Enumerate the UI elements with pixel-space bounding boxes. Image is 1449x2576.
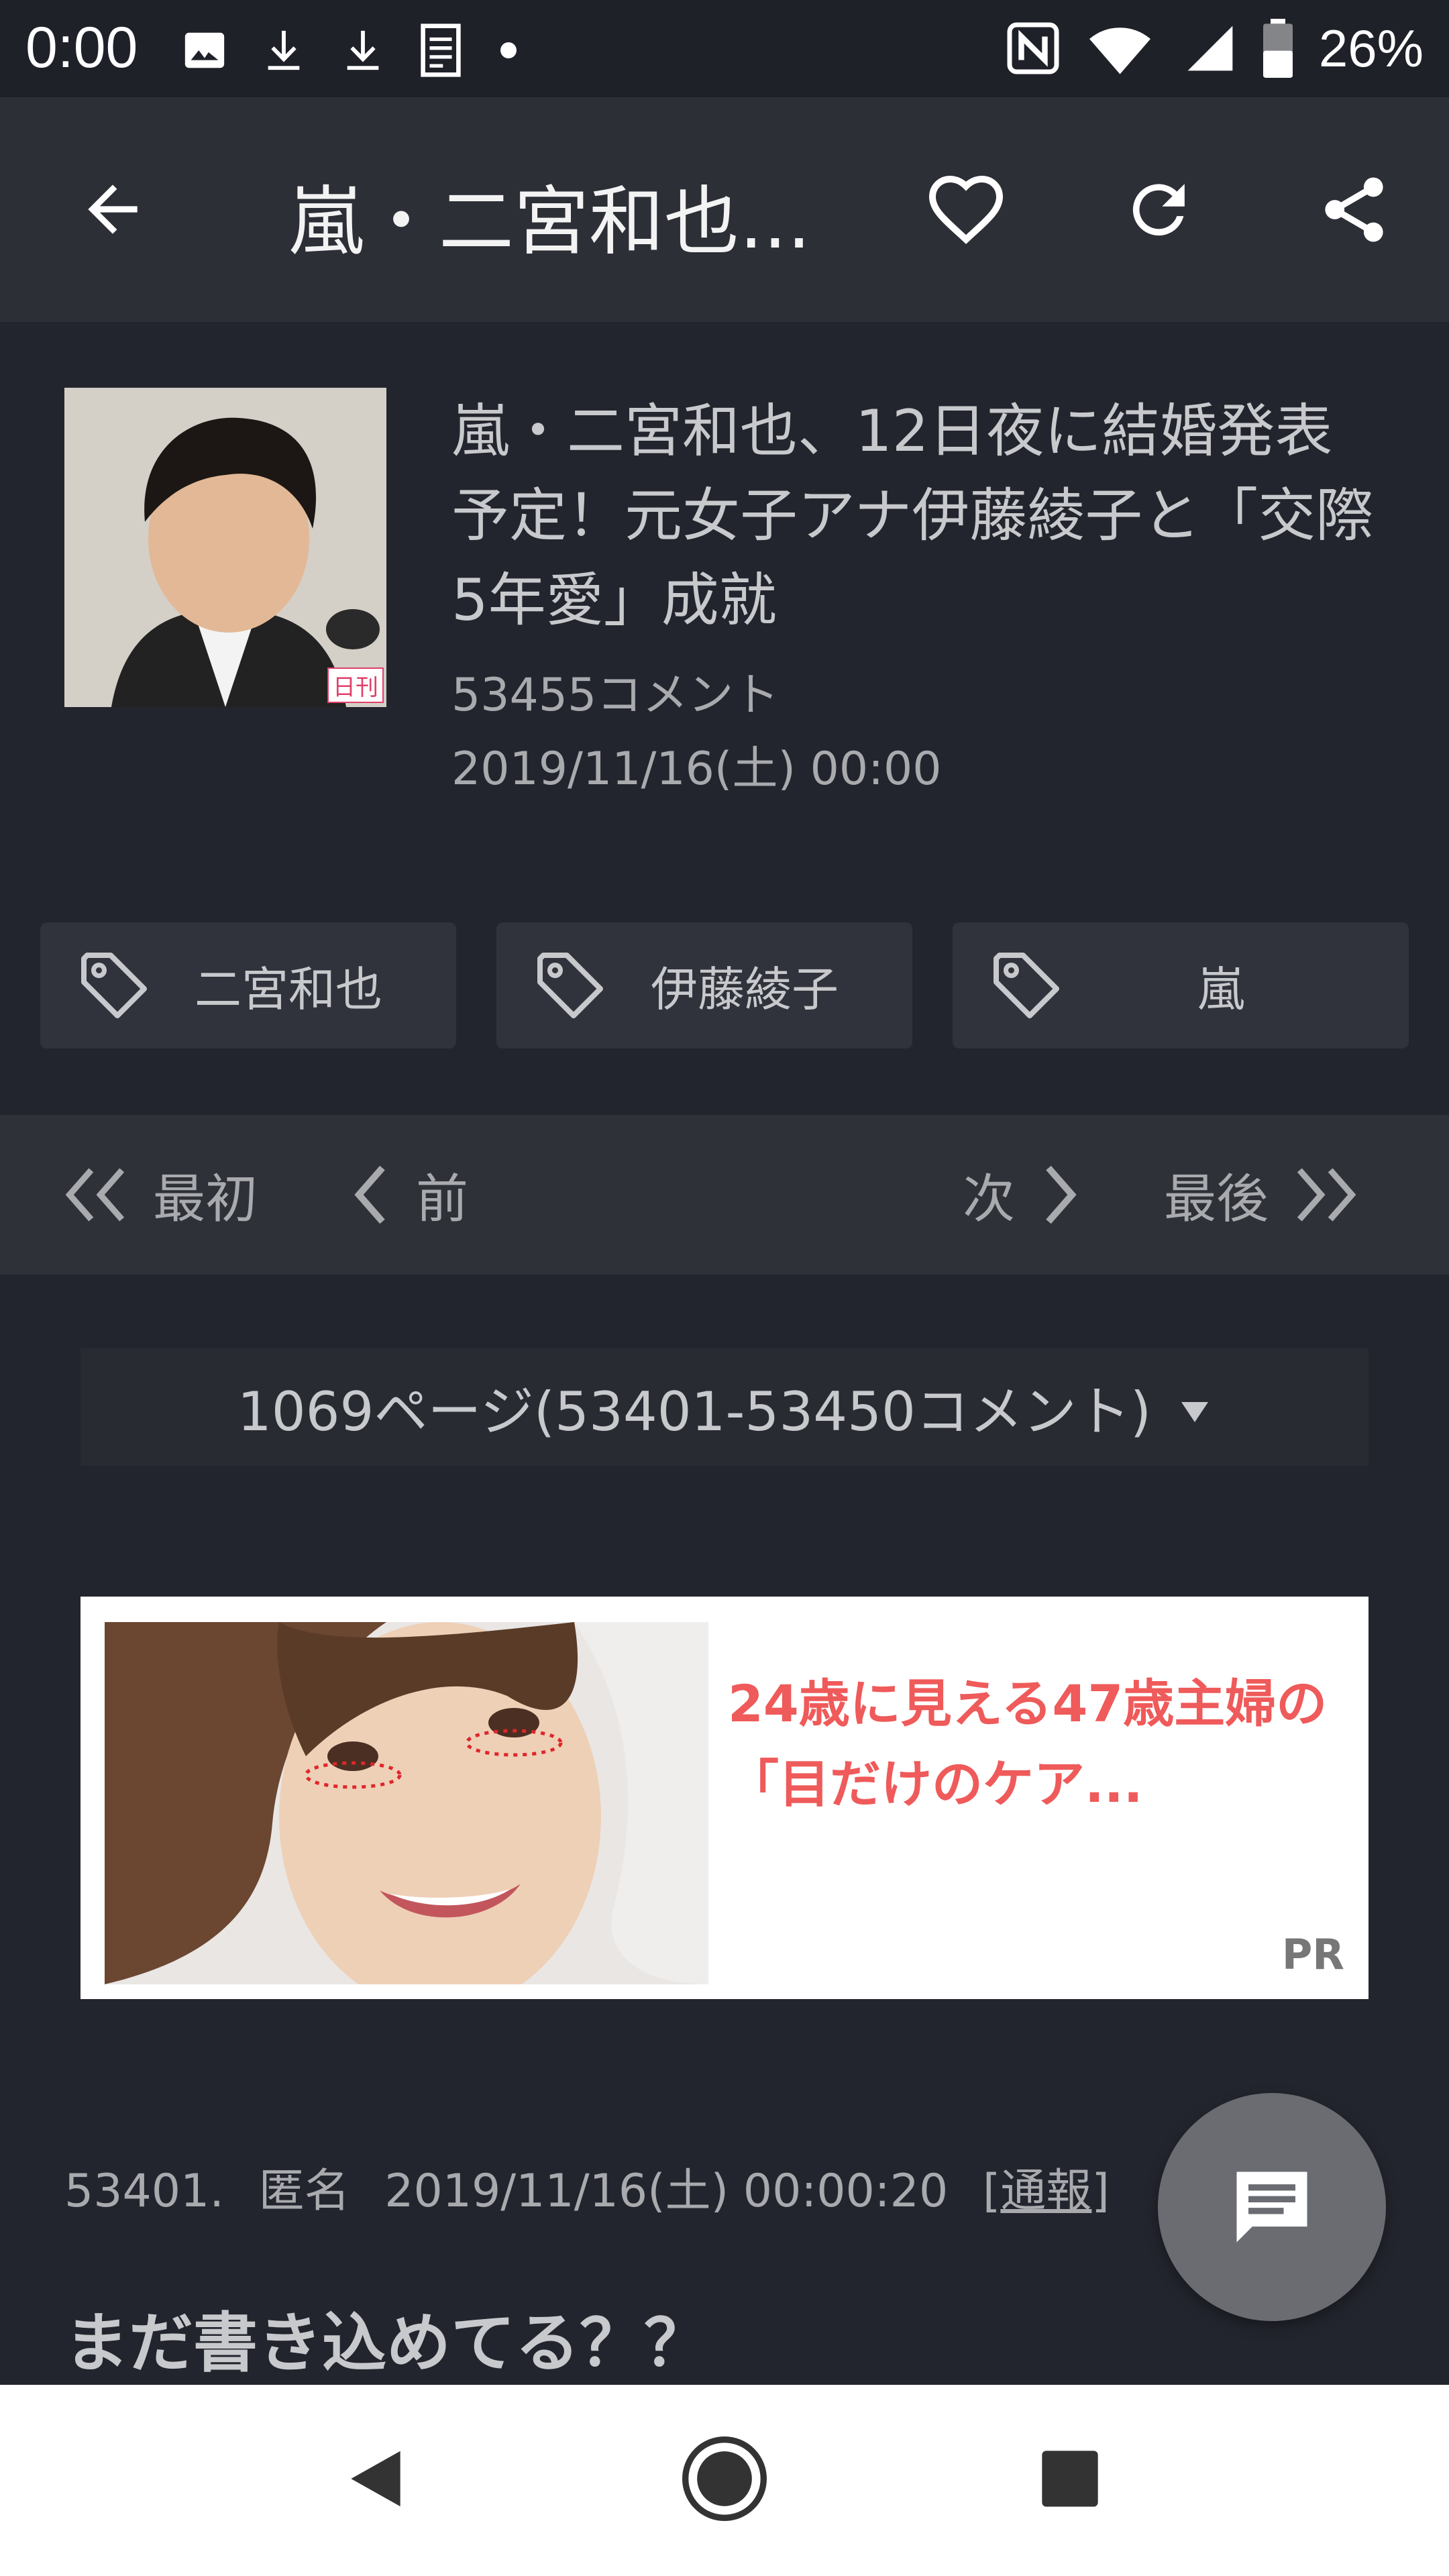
- share-button[interactable]: [1293, 149, 1414, 270]
- tag-chip[interactable]: 嵐: [953, 922, 1409, 1049]
- next-page-label: 次: [963, 1169, 1016, 1230]
- status-notification-icons: [181, 20, 522, 80]
- download-icon: [347, 30, 379, 70]
- refresh-icon: [1132, 183, 1185, 235]
- double-chevron-left-icon: [65, 1168, 125, 1222]
- back-arrow-icon: [88, 184, 138, 234]
- signal-icon: [1187, 25, 1233, 71]
- document-icon: [421, 23, 461, 77]
- status-bar: 0:00 26%: [0, 0, 1449, 97]
- nav-home-button[interactable]: [657, 2412, 792, 2546]
- nav-home-icon: [682, 2436, 767, 2521]
- wifi-icon: [1089, 28, 1150, 74]
- nav-back-button[interactable]: [309, 2412, 443, 2546]
- tag-icon: [74, 945, 154, 1026]
- comment-author: 匿名: [258, 2165, 350, 2218]
- tag-icon: [986, 945, 1067, 1026]
- status-system-icons: 26%: [1005, 15, 1424, 82]
- status-time: 0:00: [25, 15, 138, 80]
- app-bar-title: 嵐・二宮和也...: [288, 178, 811, 266]
- article-thumbnail[interactable]: 日刊: [64, 388, 386, 707]
- ad-image: [105, 1622, 708, 1984]
- share-icon: [1324, 177, 1383, 241]
- battery-icon: [1263, 19, 1293, 78]
- chevron-left-icon: [354, 1165, 385, 1224]
- tag-icon: [530, 945, 610, 1026]
- app-bar: 嵐・二宮和也...: [0, 97, 1449, 322]
- report-link[interactable]: 通報: [1000, 2165, 1091, 2218]
- report-bracket-open: [: [982, 2165, 1001, 2218]
- nav-recents-icon: [1042, 2451, 1098, 2507]
- comment-meta: 53401. 匿名 2019/11/16(土) 00:00:20 [通報]: [64, 2153, 1110, 2220]
- nfc-icon: [1007, 22, 1059, 74]
- tag-label: 伊藤綾子: [651, 961, 839, 1017]
- advertisement-banner[interactable]: 24歳に見える47歳主婦の「目だけのケア... PR: [80, 1597, 1368, 1999]
- nav-back-icon: [351, 2451, 400, 2507]
- heart-icon: [928, 175, 1004, 244]
- favorite-button[interactable]: [906, 149, 1026, 270]
- thumbnail-badge: 日刊: [327, 667, 384, 703]
- person-photo: [64, 388, 386, 707]
- last-page-button[interactable]: 最後: [1164, 1115, 1361, 1275]
- article-headline[interactable]: 嵐・二宮和也、12日夜に結婚発表予定！元女子アナ伊藤綾子と「交際5年愛」成就: [451, 389, 1384, 643]
- image-icon: [184, 32, 225, 68]
- first-page-button[interactable]: 最初: [60, 1115, 258, 1275]
- battery-percentage: 26%: [1318, 18, 1424, 78]
- write-comment-fab[interactable]: [1158, 2093, 1386, 2321]
- page-select-value: 1069ページ(53401-53450コメント): [237, 1380, 1152, 1443]
- first-page-label: 最初: [153, 1169, 258, 1230]
- comment-number: 53401.: [64, 2165, 224, 2218]
- refresh-button[interactable]: [1098, 149, 1219, 270]
- comment-icon: [1236, 2171, 1307, 2243]
- tag-label: 二宮和也: [195, 961, 382, 1017]
- prev-page-label: 前: [416, 1169, 469, 1230]
- prev-page-button[interactable]: 前: [349, 1115, 468, 1275]
- download-icon: [268, 30, 300, 70]
- tag-label: 嵐: [1197, 961, 1244, 1017]
- pagination-bar: 最初 前 次 最後: [0, 1115, 1449, 1275]
- last-page-label: 最後: [1164, 1169, 1269, 1230]
- comment-timestamp: 2019/11/16(土) 00:00:20: [384, 2165, 949, 2218]
- ad-text: 24歳に見える47歳主婦の「目だけのケア...: [728, 1674, 1328, 1814]
- chevron-right-icon: [1046, 1165, 1077, 1224]
- tag-chip[interactable]: 二宮和也: [40, 922, 456, 1049]
- nav-recents-button[interactable]: [1003, 2412, 1137, 2546]
- back-button[interactable]: [52, 149, 173, 270]
- system-navigation-bar: [0, 2385, 1449, 2576]
- page-select-dropdown[interactable]: 1069ページ(53401-53450コメント): [80, 1348, 1368, 1466]
- next-page-button[interactable]: 次: [963, 1115, 1082, 1275]
- dropdown-triangle-icon: [1181, 1401, 1209, 1422]
- comment-body: まだ書き込めてる？？: [64, 2306, 708, 2381]
- comment-count: 53455コメント: [451, 669, 780, 722]
- dot-icon: [500, 42, 517, 58]
- double-chevron-right-icon: [1297, 1168, 1356, 1222]
- ad-badge: PR: [1281, 1930, 1344, 1979]
- tag-chip[interactable]: 伊藤綾子: [496, 922, 912, 1049]
- article-date: 2019/11/16(土) 00:00: [451, 743, 942, 796]
- report-bracket-close: ]: [1091, 2165, 1110, 2218]
